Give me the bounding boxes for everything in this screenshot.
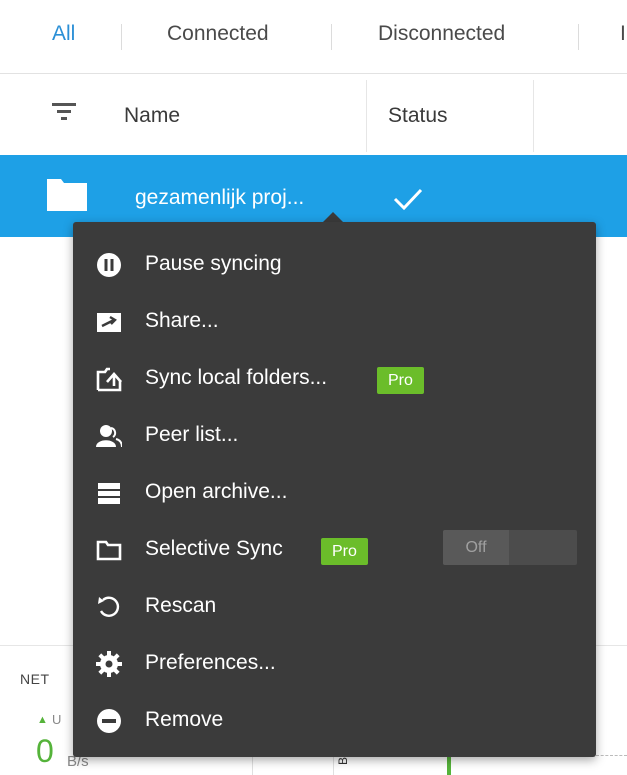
menu-item-label: Selective Sync bbox=[145, 537, 283, 560]
graph-axis-label: B bbox=[336, 756, 351, 766]
column-name-header[interactable]: Name bbox=[124, 104, 180, 128]
menu-item-sync-local-folders[interactable]: Sync local folders... Pro bbox=[73, 351, 596, 407]
menu-item-peer-list[interactable]: Peer list... bbox=[73, 408, 596, 464]
graph-bar bbox=[447, 755, 451, 775]
tab-partial[interactable]: I bbox=[620, 22, 626, 46]
upload-label: U bbox=[52, 712, 62, 727]
selective-sync-toggle[interactable]: Off bbox=[443, 530, 577, 565]
menu-item-remove[interactable]: Remove bbox=[73, 693, 596, 749]
upload-folder-icon bbox=[96, 367, 122, 392]
graph-dashed-line bbox=[596, 755, 627, 756]
check-icon bbox=[393, 188, 423, 210]
tab-disconnected[interactable]: Disconnected bbox=[378, 22, 505, 46]
menu-item-label: Preferences... bbox=[145, 651, 276, 674]
filter-icon[interactable] bbox=[52, 101, 76, 123]
tab-all[interactable]: All bbox=[52, 22, 75, 46]
tab-divider bbox=[331, 24, 332, 50]
menu-item-label: Sync local folders... bbox=[145, 366, 328, 389]
pro-badge: Pro bbox=[321, 538, 368, 565]
folder-icon bbox=[47, 179, 87, 211]
folder-outline-icon bbox=[96, 540, 122, 561]
rescan-icon bbox=[98, 596, 120, 617]
remove-icon bbox=[97, 709, 121, 733]
pause-icon bbox=[97, 253, 121, 277]
context-menu: Pause syncing Share... Sync local folder… bbox=[73, 222, 596, 757]
menu-item-share[interactable]: Share... bbox=[73, 294, 596, 350]
toggle-off-label: Off bbox=[443, 530, 509, 565]
menu-item-label: Peer list... bbox=[145, 423, 239, 446]
menu-item-label: Pause syncing bbox=[145, 252, 282, 275]
share-icon bbox=[97, 313, 121, 332]
menu-item-label: Remove bbox=[145, 708, 224, 731]
column-divider bbox=[533, 80, 534, 152]
network-section-label: NET bbox=[20, 671, 50, 687]
folder-name: gezamenlijk proj... bbox=[135, 186, 305, 209]
menu-item-label: Open archive... bbox=[145, 480, 288, 503]
column-status-header[interactable]: Status bbox=[388, 104, 448, 128]
gear-icon bbox=[96, 651, 122, 677]
tab-divider bbox=[121, 24, 122, 50]
menu-item-label: Rescan bbox=[145, 594, 217, 617]
menu-item-preferences[interactable]: Preferences... bbox=[73, 636, 596, 692]
menu-item-open-archive[interactable]: Open archive... bbox=[73, 465, 596, 521]
upload-speed-value: 0 bbox=[36, 733, 54, 769]
filter-tabs: All Connected Disconnected I bbox=[0, 0, 627, 74]
tab-connected[interactable]: Connected bbox=[167, 22, 269, 46]
pro-badge: Pro bbox=[377, 367, 424, 394]
column-divider bbox=[366, 80, 367, 152]
menu-item-label: Share... bbox=[145, 309, 219, 332]
peers-icon bbox=[96, 425, 122, 448]
tab-divider bbox=[578, 24, 579, 50]
upload-arrow-icon: ▲ bbox=[37, 714, 48, 726]
menu-item-rescan[interactable]: Rescan bbox=[73, 579, 596, 635]
menu-item-pause-syncing[interactable]: Pause syncing bbox=[73, 237, 596, 293]
archive-icon bbox=[98, 483, 120, 504]
